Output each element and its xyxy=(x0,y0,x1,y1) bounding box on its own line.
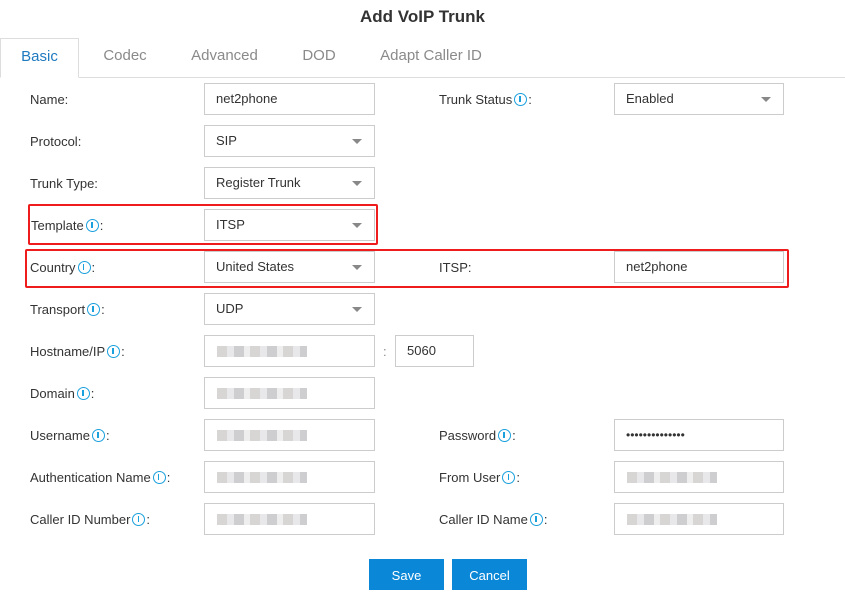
redacted-value xyxy=(217,388,307,399)
country-select[interactable]: United States xyxy=(204,251,375,283)
redacted-value xyxy=(217,430,307,441)
label-colon: : xyxy=(90,386,95,401)
trunk-type-select[interactable]: Register Trunk xyxy=(204,167,375,199)
label-colon: : xyxy=(166,470,171,485)
username-label-text: Username xyxy=(30,428,90,443)
country-value: United States xyxy=(216,259,295,274)
trunk-type-value: Register Trunk xyxy=(216,175,301,190)
tab-basic[interactable]: Basic xyxy=(0,38,79,78)
label-colon: : xyxy=(121,344,125,359)
name-input[interactable]: net2phone xyxy=(204,83,375,115)
redacted-value xyxy=(217,514,307,525)
chevron-down-icon xyxy=(352,223,362,228)
label-colon: : xyxy=(99,218,104,233)
transport-label-text: Transport xyxy=(30,302,86,317)
password-input[interactable]: •••••••••••••• xyxy=(614,419,784,451)
caller-id-number-label-text: Caller ID Number xyxy=(30,512,131,527)
auth-name-input[interactable] xyxy=(204,461,375,493)
protocol-label: Protocol: xyxy=(30,134,82,149)
country-label: Country: xyxy=(30,260,95,276)
info-icon[interactable] xyxy=(152,471,166,484)
label-colon: : xyxy=(516,470,521,485)
info-icon[interactable] xyxy=(76,387,90,400)
port-separator: : xyxy=(383,344,387,359)
caller-id-number-input[interactable] xyxy=(204,503,375,535)
password-label-text: Password xyxy=(439,428,497,443)
trunk-type-label: Trunk Type: xyxy=(30,176,98,191)
label-colon: : xyxy=(543,512,548,527)
info-icon[interactable] xyxy=(77,261,91,274)
template-value: ITSP xyxy=(216,217,245,232)
info-icon[interactable] xyxy=(498,429,512,442)
trunk-status-label: Trunk Status: xyxy=(439,92,532,108)
domain-label-text: Domain xyxy=(30,386,75,401)
trunk-status-label-text: Trunk Status xyxy=(439,92,513,107)
hostname-label: Hostname/IP: xyxy=(30,344,125,360)
template-label: Template: xyxy=(31,218,103,234)
label-colon: : xyxy=(105,428,110,443)
label-colon: : xyxy=(146,512,151,527)
info-icon[interactable] xyxy=(91,429,105,442)
info-icon[interactable] xyxy=(87,303,101,316)
chevron-down-icon xyxy=(352,307,362,312)
caller-id-number-label: Caller ID Number: xyxy=(30,512,150,528)
tab-bar: Basic Codec Advanced DOD Adapt Caller ID xyxy=(0,38,845,78)
hostname-label-text: Hostname/IP xyxy=(30,344,106,359)
chevron-down-icon xyxy=(761,97,771,102)
hostname-input[interactable] xyxy=(204,335,375,367)
chevron-down-icon xyxy=(352,139,362,144)
from-user-label-text: From User xyxy=(439,470,501,485)
itsp-label: ITSP: xyxy=(439,260,472,275)
cancel-button[interactable]: Cancel xyxy=(452,559,527,590)
tab-adapt-caller-id[interactable]: Adapt Caller ID xyxy=(370,38,492,78)
save-button[interactable]: Save xyxy=(369,559,444,590)
info-icon[interactable] xyxy=(107,345,121,358)
info-icon[interactable] xyxy=(502,471,516,484)
password-label: Password: xyxy=(439,428,516,444)
info-icon[interactable] xyxy=(85,219,99,232)
username-input[interactable] xyxy=(204,419,375,451)
caller-id-name-label-text: Caller ID Name xyxy=(439,512,528,527)
info-icon[interactable] xyxy=(132,513,146,526)
caller-id-name-label: Caller ID Name: xyxy=(439,512,547,528)
redacted-value xyxy=(217,472,307,483)
chevron-down-icon xyxy=(352,265,362,270)
template-select[interactable]: ITSP xyxy=(204,209,375,241)
transport-value: UDP xyxy=(216,301,244,316)
auth-name-label-text: Authentication Name xyxy=(30,470,151,485)
protocol-value: SIP xyxy=(216,133,237,148)
tab-advanced[interactable]: Advanced xyxy=(182,38,267,78)
label-colon: : xyxy=(91,260,96,275)
domain-input[interactable] xyxy=(204,377,375,409)
chevron-down-icon xyxy=(352,181,362,186)
trunk-status-value: Enabled xyxy=(626,91,674,106)
protocol-select[interactable]: SIP xyxy=(204,125,375,157)
tab-dod[interactable]: DOD xyxy=(292,38,346,78)
caller-id-name-input[interactable] xyxy=(614,503,784,535)
redacted-value xyxy=(627,472,717,483)
dialog-title: Add VoIP Trunk xyxy=(360,7,485,26)
username-label: Username: xyxy=(30,428,110,444)
from-user-input[interactable] xyxy=(614,461,784,493)
redacted-value xyxy=(217,346,307,357)
transport-select[interactable]: UDP xyxy=(204,293,375,325)
label-colon: : xyxy=(512,428,516,443)
name-label: Name: xyxy=(30,92,69,107)
port-input[interactable]: 5060 xyxy=(395,335,474,367)
domain-label: Domain: xyxy=(30,386,94,402)
label-colon: : xyxy=(101,302,105,317)
redacted-value xyxy=(627,514,717,525)
transport-label: Transport: xyxy=(30,302,105,318)
trunk-status-select[interactable]: Enabled xyxy=(614,83,784,115)
label-colon: : xyxy=(528,92,532,107)
info-icon[interactable] xyxy=(529,513,543,526)
country-label-text: Country xyxy=(30,260,76,275)
auth-name-label: Authentication Name: xyxy=(30,470,170,486)
from-user-label: From User: xyxy=(439,470,520,486)
template-label-text: Template xyxy=(31,218,84,233)
info-icon[interactable] xyxy=(514,93,528,106)
tab-codec[interactable]: Codec xyxy=(90,38,160,78)
itsp-input[interactable]: net2phone xyxy=(614,251,784,283)
